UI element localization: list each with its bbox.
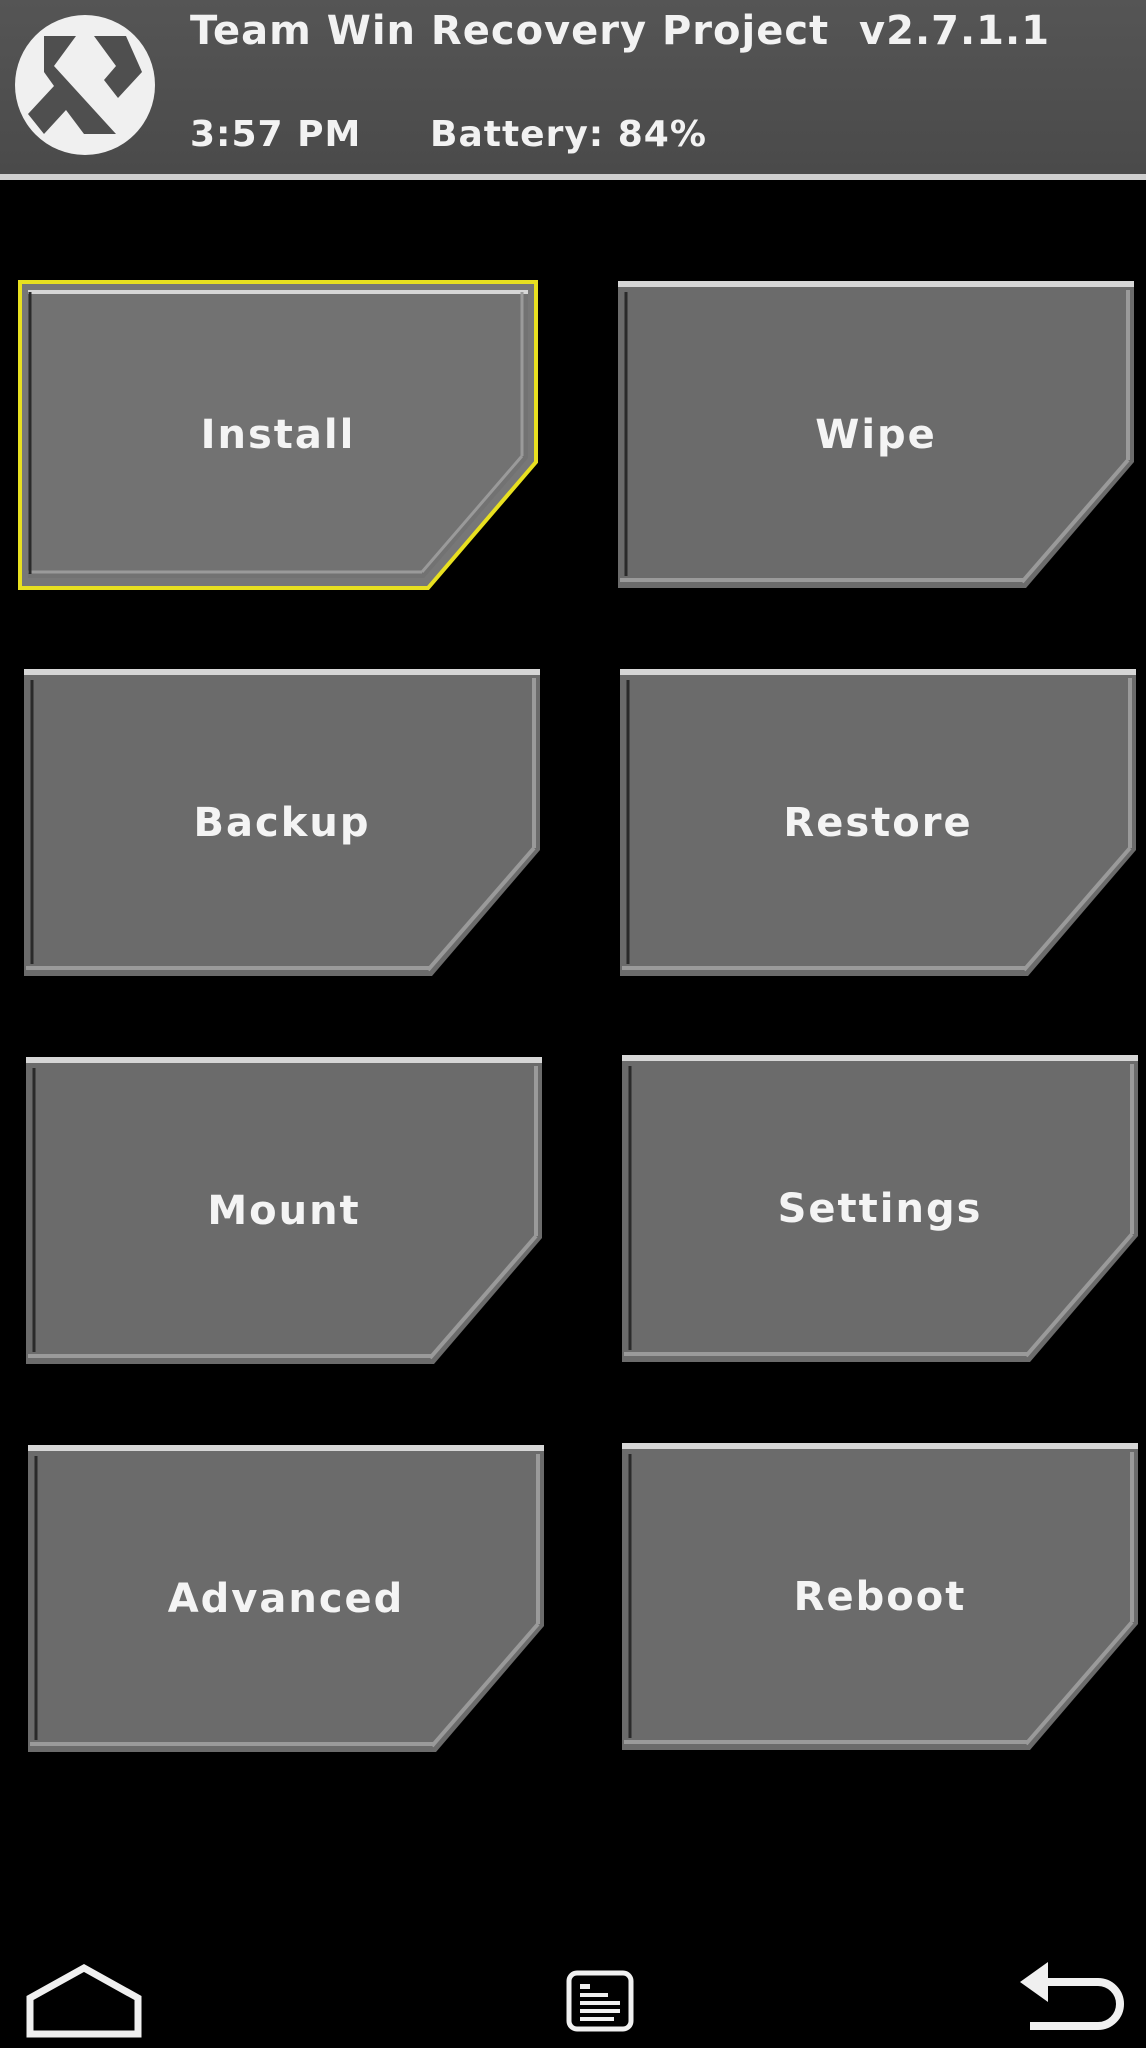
mount-button[interactable]: Mount xyxy=(24,1056,544,1366)
advanced-button[interactable]: Advanced xyxy=(26,1444,546,1754)
tile-shape xyxy=(620,669,1136,976)
console-button[interactable] xyxy=(566,1970,634,2032)
bottom-navbar xyxy=(0,1940,1146,2048)
install-button[interactable]: Install xyxy=(18,280,538,590)
tile-shape xyxy=(18,280,538,590)
wipe-button[interactable]: Wipe xyxy=(616,280,1136,590)
twrp-logo-icon xyxy=(15,15,155,155)
backup-button[interactable]: Backup xyxy=(22,668,542,978)
tile-shape xyxy=(618,281,1134,588)
tile-shape xyxy=(622,1443,1138,1750)
home-icon xyxy=(26,1963,142,2038)
tile-shape xyxy=(28,1445,544,1752)
back-icon xyxy=(1020,1962,1124,2030)
battery-text: Battery: 84% xyxy=(430,114,707,155)
clock-text: 3:57 PM xyxy=(190,114,362,155)
console-icon xyxy=(566,1970,634,2032)
settings-button[interactable]: Settings xyxy=(620,1054,1140,1364)
tile-shape xyxy=(622,1055,1138,1362)
back-button[interactable] xyxy=(1016,1960,1128,2040)
home-button[interactable] xyxy=(26,1963,142,2038)
reboot-button[interactable]: Reboot xyxy=(620,1442,1140,1752)
status-header: Team Win Recovery Project v2.7.1.1 3:57 … xyxy=(0,0,1146,180)
restore-button[interactable]: Restore xyxy=(618,668,1138,978)
app-title: Team Win Recovery Project v2.7.1.1 xyxy=(190,8,1051,54)
tile-shape xyxy=(24,669,540,976)
tile-shape xyxy=(26,1057,542,1364)
